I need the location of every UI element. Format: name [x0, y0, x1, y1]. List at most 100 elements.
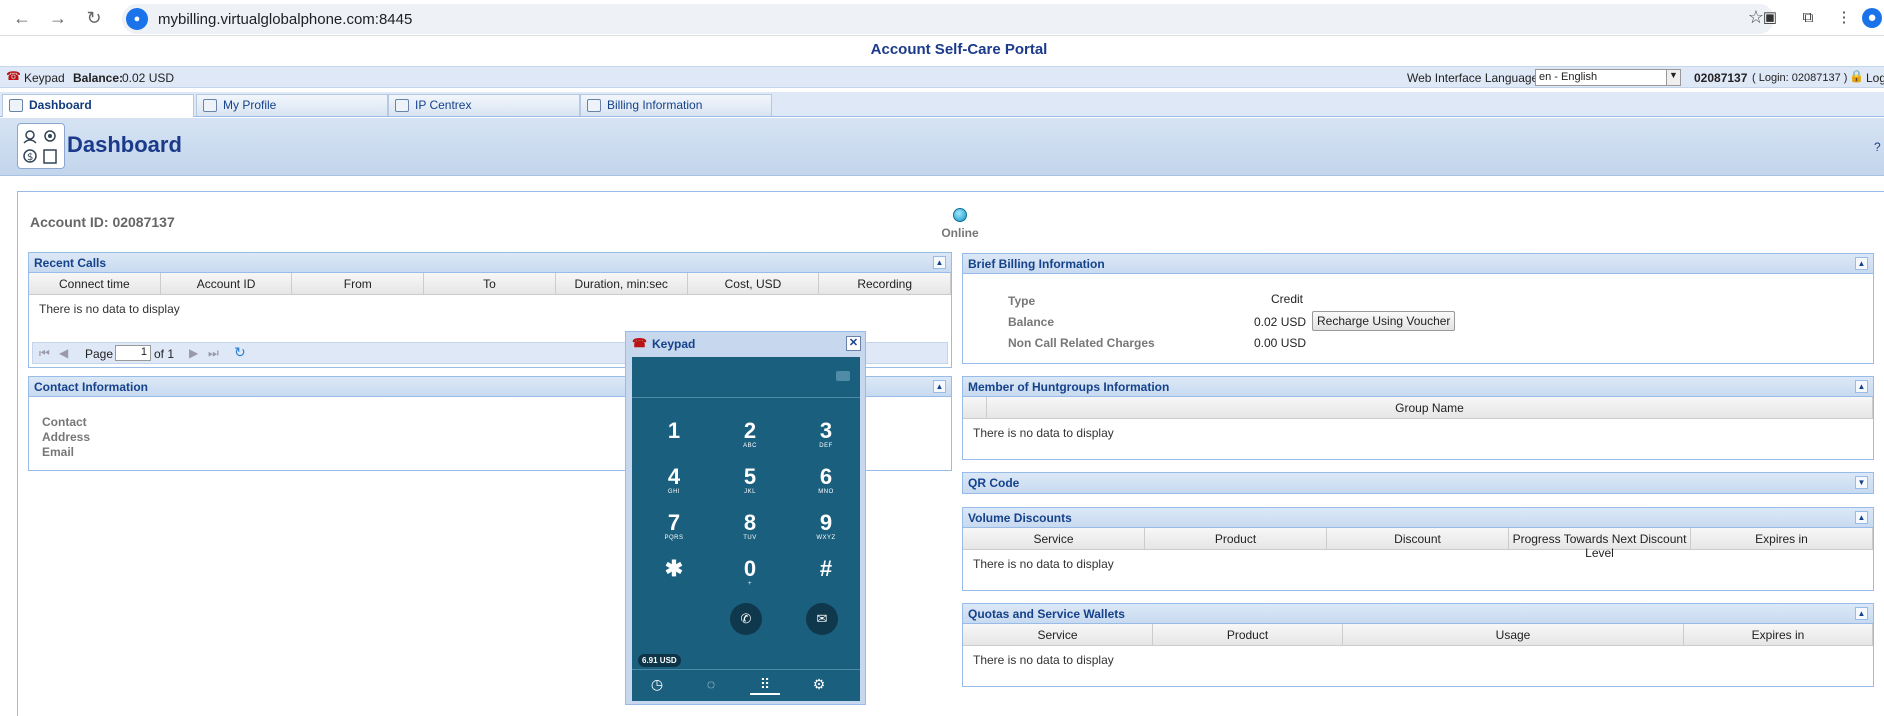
settings-gear-icon[interactable]: ⚙ [804, 676, 834, 693]
collapse-icon[interactable]: ▲ [1855, 607, 1868, 620]
menu-icon[interactable]: ⋮ [1834, 8, 1854, 28]
mic-icon[interactable]: ● [126, 8, 148, 30]
last-page-icon[interactable]: ⏭ [208, 346, 219, 361]
column-header[interactable]: Service [963, 528, 1145, 549]
url-text[interactable]: mybilling.virtualglobalphone.com:8445 [158, 11, 412, 28]
column-header[interactable]: Discount [1327, 528, 1509, 549]
dial-key[interactable]: 6 MNO [796, 465, 856, 496]
column-header[interactable]: Service [963, 624, 1153, 645]
collapse-icon[interactable]: ▲ [1855, 257, 1868, 270]
column-header[interactable]: Expires in [1684, 624, 1873, 645]
keypad-link[interactable]: Keypad [24, 71, 65, 85]
dial-key-digit: # [819, 556, 833, 581]
column-header[interactable]: Product [1145, 528, 1327, 549]
empty-message: There is no data to display [973, 557, 1114, 571]
address-bar[interactable]: ● mybilling.virtualglobalphone.com:8445 … [122, 4, 1774, 34]
call-button[interactable]: ✆ [730, 603, 762, 635]
tab-billing-information[interactable]: Billing Information [580, 94, 772, 116]
dial-key[interactable]: 4 GHI [644, 465, 704, 496]
panel-title: Contact Information [34, 380, 148, 394]
expand-icon[interactable]: ▼ [1855, 476, 1868, 489]
collapse-icon[interactable]: ▲ [933, 256, 946, 269]
panel-title: Recent Calls [34, 256, 107, 270]
profile-avatar-icon[interactable]: ● [1862, 8, 1882, 28]
dial-key[interactable]: 1 [644, 419, 704, 443]
column-header[interactable]: Progress Towards Next Discount Level [1509, 528, 1691, 560]
column-header[interactable]: Product [1153, 624, 1343, 645]
dial-key[interactable]: 9 WXYZ [796, 511, 856, 542]
tab-label: Dashboard [29, 98, 92, 112]
contact-label: Contact [42, 415, 87, 429]
dashboard-tab-icon [9, 99, 23, 112]
huntgroups-panel: Member of Huntgroups Information ▲ Group … [962, 376, 1874, 460]
main-tabs: Dashboard My Profile IP Centrex Billing … [0, 92, 1884, 117]
logout-link[interactable]: Log [1866, 71, 1884, 85]
tab-dashboard[interactable]: Dashboard [2, 94, 194, 117]
logout-lock-icon[interactable]: 🔒 [1849, 69, 1864, 83]
next-page-icon[interactable]: ▶ [189, 346, 198, 360]
recharge-voucher-button[interactable]: Recharge Using Voucher [1312, 311, 1456, 331]
tab-ip-centrex[interactable]: IP Centrex [388, 94, 580, 116]
column-header[interactable]: Duration, min:sec [556, 273, 688, 294]
chat-icon[interactable]: ◌ [696, 676, 726, 692]
account-id: Account ID: 02087137 [30, 214, 175, 230]
dial-key[interactable]: 0 + [720, 557, 780, 588]
panel-title: Brief Billing Information [968, 257, 1105, 271]
column-header[interactable]: Group Name [987, 397, 1873, 418]
top-toolbar: ☎ Keypad Balance: 0.02 USD Web Interface… [0, 66, 1884, 88]
column-header[interactable]: Cost, USD [688, 273, 820, 294]
dial-display[interactable] [632, 357, 860, 398]
type-label: Type [1008, 294, 1036, 308]
dial-key[interactable]: 5 JKL [720, 464, 780, 496]
dial-key[interactable]: # [796, 557, 856, 581]
column-header[interactable]: Connect time [29, 273, 161, 294]
extension-icon[interactable]: ▣ [1760, 8, 1780, 28]
column-header[interactable]: To [424, 273, 556, 294]
message-button[interactable]: ✉ [806, 603, 838, 635]
reload-icon[interactable]: ↻ [82, 6, 106, 30]
history-icon[interactable]: ◷ [642, 676, 672, 693]
column-header[interactable]: Account ID [161, 273, 293, 294]
collapse-icon[interactable]: ▲ [1855, 380, 1868, 393]
empty-message: There is no data to display [973, 653, 1114, 667]
column-header[interactable]: Recording [819, 273, 952, 294]
close-icon[interactable]: ✕ [846, 336, 861, 351]
dial-key[interactable]: 8 TUV [720, 511, 780, 542]
dial-key-letters: TUV [743, 535, 757, 541]
dial-key[interactable]: 2 ABC [720, 418, 780, 450]
chevron-down-icon[interactable]: ▼ [1666, 70, 1680, 85]
dial-key[interactable]: 3 DEF [796, 419, 856, 450]
collapse-icon[interactable]: ▲ [1855, 511, 1868, 524]
column-header[interactable]: From [292, 273, 425, 294]
page-input[interactable]: 1 [115, 345, 151, 361]
portal-title: Account Self-Care Portal [870, 41, 1048, 58]
language-select[interactable]: en - English ▼ [1535, 69, 1681, 86]
column-header[interactable]: Usage [1343, 624, 1684, 645]
checkbox-column-header[interactable] [963, 397, 987, 418]
dial-key-digit: 5 [743, 464, 757, 489]
dial-key[interactable]: ✱ [644, 557, 704, 581]
keypad-icon[interactable]: ☎ [6, 69, 21, 83]
dial-key-letters: GHI [667, 489, 681, 495]
backspace-icon[interactable] [836, 371, 850, 381]
help-icon[interactable]: ? [1874, 140, 1881, 154]
dial-key-digit: 2 [743, 418, 757, 443]
keypad-balance: 6.91 USD [638, 654, 681, 667]
prev-page-icon[interactable]: ◀ [59, 346, 68, 360]
first-page-icon[interactable]: ⏮ [39, 346, 50, 361]
panel-title: Volume Discounts [968, 511, 1072, 525]
column-header[interactable]: Expires in [1691, 528, 1873, 549]
billing-panel: Brief Billing Information ▲ Type Credit B… [962, 253, 1874, 364]
collapse-icon[interactable]: ▲ [933, 380, 946, 393]
back-icon[interactable]: ← [10, 6, 34, 30]
tab-my-profile[interactable]: My Profile [196, 94, 388, 116]
panel-title: Member of Huntgroups Information [968, 380, 1170, 394]
extensions-puzzle-icon[interactable]: ⧉ [1798, 8, 1818, 28]
keypad-phone-icon: ☎ [632, 336, 647, 350]
keypad-grid-icon[interactable]: ⠿ [750, 676, 780, 695]
forward-icon[interactable]: → [46, 6, 70, 30]
dial-key-letters: MNO [818, 489, 834, 495]
refresh-icon[interactable]: ↻ [234, 344, 246, 361]
dial-key[interactable]: 7 PQRS [644, 511, 704, 542]
keypad-titlebar[interactable]: ☎ Keypad ✕ [626, 332, 865, 356]
